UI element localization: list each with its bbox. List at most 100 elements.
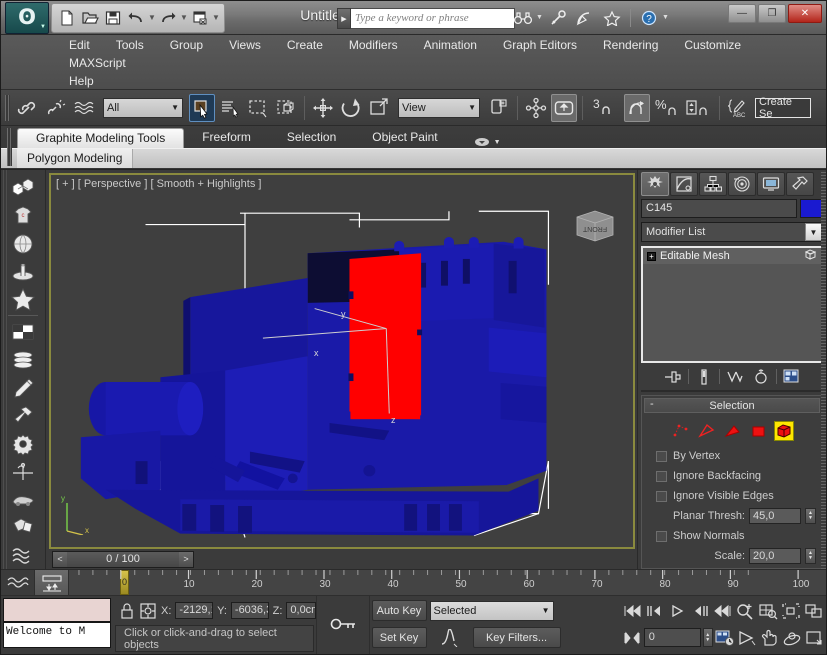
- unlink-selection-icon[interactable]: [43, 94, 69, 122]
- star-icon[interactable]: [7, 285, 39, 313]
- key-filters-button[interactable]: Key Filters...: [472, 627, 561, 648]
- maximize-viewport-toggle-icon[interactable]: [804, 627, 824, 649]
- search-dropdown-icon[interactable]: ▶: [337, 8, 351, 29]
- display-tab[interactable]: [757, 172, 785, 196]
- select-and-manipulate-icon[interactable]: [523, 94, 549, 122]
- ignore-backfacing-checkbox[interactable]: [656, 470, 667, 482]
- hammer-icon[interactable]: [7, 402, 39, 430]
- tab-selection[interactable]: Selection: [269, 128, 354, 148]
- ribbon-display-options[interactable]: ▼: [474, 136, 501, 148]
- menu-item-rendering[interactable]: Rendering: [590, 35, 671, 53]
- listener-input-pane[interactable]: [3, 598, 111, 622]
- zoom-region-icon[interactable]: [803, 600, 824, 622]
- selection-rollout-header[interactable]: - Selection: [644, 398, 820, 414]
- object-color-swatch[interactable]: [800, 199, 823, 218]
- stack-item-editable-mesh[interactable]: + Editable Mesh: [643, 248, 821, 264]
- binoculars-icon[interactable]: [511, 5, 535, 30]
- tab-freeform[interactable]: Freeform: [184, 128, 269, 148]
- scale-field[interactable]: 20,0: [749, 548, 801, 565]
- toolbar-grip[interactable]: [5, 94, 10, 121]
- menu-item-edit[interactable]: Edit: [56, 35, 103, 53]
- modifier-stack[interactable]: + Editable Mesh: [641, 246, 823, 364]
- set-key-button[interactable]: Set Key: [371, 627, 427, 648]
- percent-snap-toggle-icon[interactable]: %: [652, 94, 682, 122]
- create-tab[interactable]: [641, 172, 669, 196]
- key-icon[interactable]: [546, 5, 570, 30]
- select-object-icon[interactable]: [189, 93, 215, 122]
- time-configuration-icon[interactable]: [715, 627, 735, 649]
- save-file-icon[interactable]: [102, 6, 124, 30]
- chevron-down-icon[interactable]: ▼: [662, 14, 669, 21]
- tab-graphite-modeling-tools[interactable]: Graphite Modeling Tools: [17, 128, 185, 148]
- maximize-button[interactable]: ❐: [758, 4, 786, 23]
- ignore-visible-edges-row[interactable]: Ignore Visible Edges: [644, 486, 820, 506]
- remove-modifier-icon[interactable]: [750, 367, 772, 387]
- search-input[interactable]: Type a keyword or phrase: [351, 8, 515, 29]
- car-icon[interactable]: [7, 485, 39, 513]
- ignore-backfacing-row[interactable]: Ignore Backfacing: [644, 466, 820, 486]
- zoom-extents-icon[interactable]: [781, 600, 802, 622]
- minimize-button[interactable]: —: [728, 4, 756, 23]
- menu-item-create[interactable]: Create: [274, 35, 336, 53]
- create-selection-set-field[interactable]: Create Se: [755, 96, 811, 120]
- spinner-snap-toggle-icon[interactable]: [684, 94, 714, 122]
- default-in-out-tangent-icon[interactable]: [430, 627, 470, 648]
- menu-item-tools[interactable]: Tools: [103, 35, 157, 53]
- weave-icon[interactable]: [7, 541, 39, 569]
- qat-dropdown-icon[interactable]: ▼: [212, 13, 220, 22]
- undo-icon[interactable]: [125, 6, 147, 30]
- application-menu-button[interactable]: ʘ ▼: [5, 1, 49, 34]
- zoom-icon[interactable]: [735, 600, 756, 622]
- time-slider[interactable]: < 0 / 100 >: [52, 550, 194, 568]
- command-panel-scrollbar[interactable]: [821, 170, 826, 569]
- search-box[interactable]: ▶ Type a keyword or phrase: [337, 8, 515, 29]
- menu-item-graph-editors[interactable]: Graph Editors: [490, 35, 590, 53]
- menu-item-views[interactable]: Views: [216, 35, 274, 53]
- new-file-icon[interactable]: [56, 6, 78, 30]
- key-mode-toggle-icon[interactable]: [622, 627, 642, 649]
- z-field[interactable]: 0,0cm: [286, 602, 316, 619]
- menu-item-group[interactable]: Group: [157, 35, 216, 53]
- chevron-down-icon[interactable]: ▼: [805, 223, 822, 241]
- gear-icon[interactable]: [7, 430, 39, 458]
- planar-thresh-field[interactable]: 45,0: [749, 508, 801, 525]
- listener-output-pane[interactable]: Welcome to M: [3, 622, 111, 648]
- selection-lock-icon[interactable]: [119, 600, 135, 622]
- next-frame-button[interactable]: >: [179, 551, 193, 567]
- modify-tab[interactable]: [670, 172, 698, 196]
- selection-filter-combo[interactable]: All ▼: [103, 97, 183, 118]
- pin-stack-icon[interactable]: [662, 367, 684, 387]
- polygon-sub-object-icon[interactable]: [748, 421, 768, 441]
- edge-sub-object-icon[interactable]: [696, 421, 716, 441]
- menu-item-animation[interactable]: Animation: [411, 35, 490, 53]
- previous-frame-icon[interactable]: [644, 600, 665, 622]
- x-field[interactable]: -2129,114: [175, 602, 214, 619]
- select-and-rotate-icon[interactable]: [338, 94, 364, 122]
- show-normals-checkbox[interactable]: [656, 530, 667, 542]
- previous-frame-button[interactable]: <: [53, 551, 67, 567]
- key-mode-toggle[interactable]: [315, 596, 370, 654]
- time-ruler[interactable]: 0 10 20 30 40 50 60 70 80 90 100: [69, 570, 826, 595]
- tab-object-paint[interactable]: Object Paint: [354, 128, 455, 148]
- zoom-all-icon[interactable]: [758, 600, 779, 622]
- menu-item-help[interactable]: Help: [56, 71, 826, 89]
- strip-grip[interactable]: [3, 170, 8, 569]
- vertex-sub-object-icon[interactable]: [670, 421, 690, 441]
- show-end-result-icon[interactable]: [693, 367, 715, 387]
- redo-dropdown-icon[interactable]: ▼: [180, 13, 188, 22]
- hierarchy-tab[interactable]: [699, 172, 727, 196]
- set-project-folder-icon[interactable]: [189, 6, 211, 30]
- window-crossing-icon[interactable]: [273, 94, 299, 122]
- pan-view-icon[interactable]: [759, 627, 779, 649]
- reference-coordinate-system-combo[interactable]: View ▼: [398, 97, 480, 118]
- orbit-icon[interactable]: [781, 627, 801, 649]
- perspective-viewport[interactable]: [ + ] [ Perspective ] [ Smooth + Highlig…: [49, 173, 635, 549]
- redo-icon[interactable]: [157, 6, 179, 30]
- cloth-icon[interactable]: c: [7, 202, 39, 230]
- use-pivot-point-center-icon[interactable]: [486, 94, 512, 122]
- menu-item-modifiers[interactable]: Modifiers: [336, 35, 411, 53]
- checker-material-icon[interactable]: [7, 318, 39, 346]
- select-by-name-icon[interactable]: [217, 94, 243, 122]
- expand-icon[interactable]: +: [647, 251, 656, 261]
- show-normals-row[interactable]: Show Normals: [644, 526, 820, 546]
